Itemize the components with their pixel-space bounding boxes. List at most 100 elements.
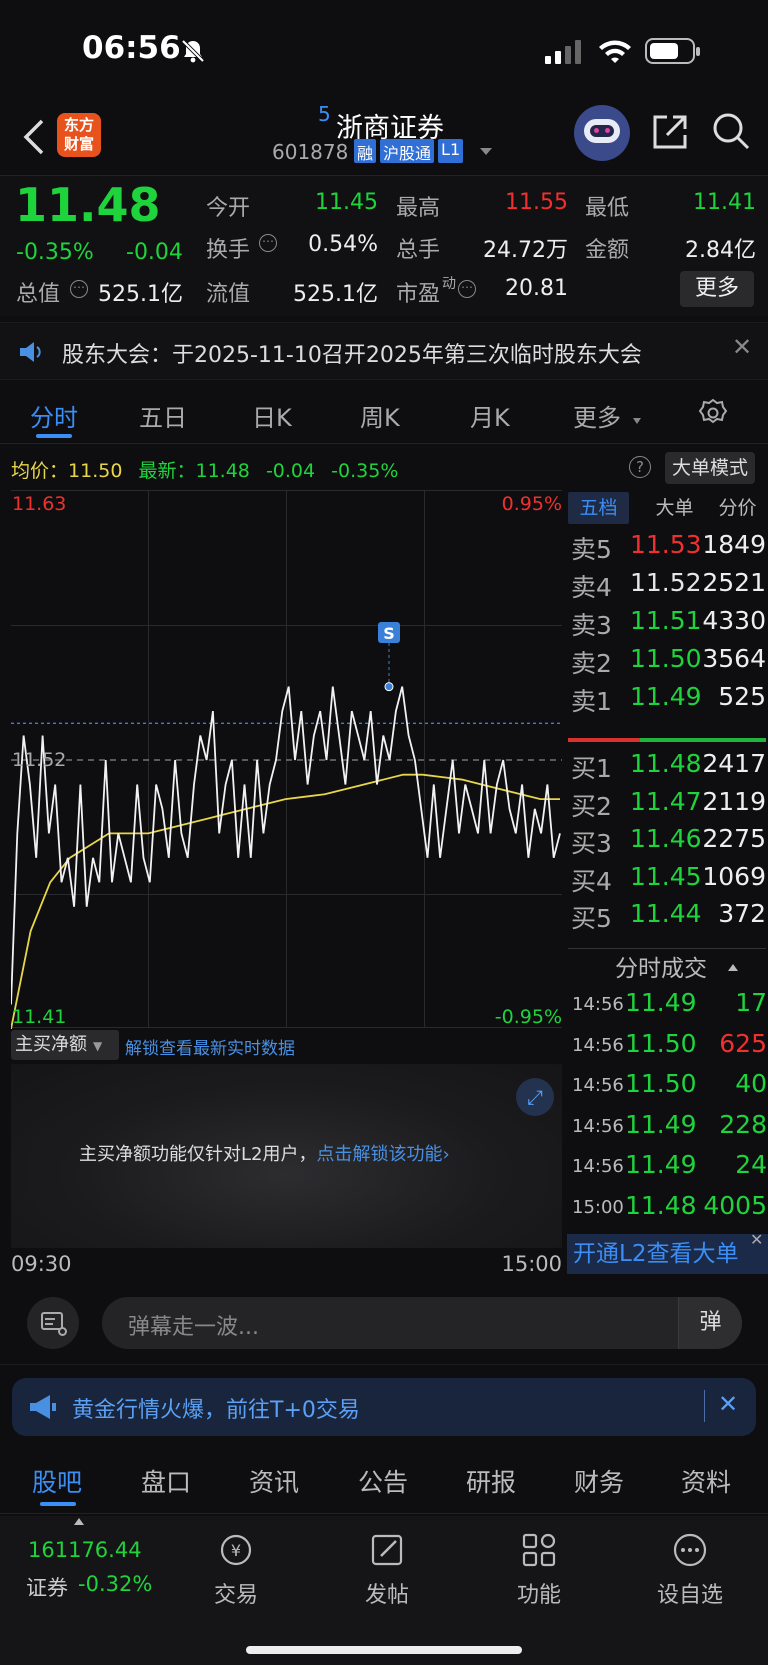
index-value[interactable]: 161176.44 [28,1538,142,1562]
buy-ratio-bar [640,738,766,742]
danmu-list-icon[interactable] [27,1297,79,1349]
tab-news[interactable]: 资讯 [249,1463,299,1499]
danmu-bar: 弹幕走一波... 弹 [0,1275,768,1365]
share-icon[interactable] [651,113,689,151]
unlock-link[interactable]: 解锁查看最新实时数据 [125,1034,295,1059]
book-sell-row[interactable]: 卖4 11.52 2521 [568,564,766,602]
book-sell-row[interactable]: 卖5 11.53 1849 [568,526,766,564]
price-line [11,686,561,1005]
more-caret-icon [633,418,641,424]
trade-row: 14:56 11.49 17 [569,984,767,1024]
tag-connect: 沪股通 [380,139,435,163]
index-name[interactable]: 证券 [26,1572,68,1602]
latest-label: 最新： [138,460,196,482]
search-icon[interactable] [711,111,751,151]
tab-forum[interactable]: 股吧 [32,1463,82,1499]
pe-value: 20.81 [505,276,568,301]
book-sell-row[interactable]: 卖1 11.49 525 [568,678,766,716]
trade-time: 15:00 [572,1196,624,1218]
y-top-label: 11.63 [12,493,67,515]
info-icon[interactable]: ⋯ [458,280,476,298]
tab-announcements[interactable]: 公告 [358,1463,408,1499]
back-icon[interactable] [22,118,46,156]
book-price: 11.46 [630,824,702,853]
x-end-label: 15:00 [501,1252,562,1276]
trade-price: 11.48 [625,1190,697,1220]
book-buy-row[interactable]: 买2 11.47 2119 [568,783,766,821]
low-value: 11.41 [693,190,756,215]
tab-finance[interactable]: 财务 [574,1463,624,1499]
latest-pct: -0.35% [331,460,399,482]
danmu-toggle-icon[interactable]: 弹 [678,1297,742,1349]
book-volume: 1069 [702,861,766,891]
l2-promo[interactable]: 开通L2查看大单 [567,1234,768,1274]
banner-close-icon[interactable]: ✕ [718,1390,738,1418]
status-bar: 06:56 [0,0,768,100]
book-price: 11.49 [630,682,702,711]
nav-add-watchlist[interactable]: 设自选 [630,1531,750,1609]
tab-5day[interactable]: 五日 [139,398,187,433]
help-icon[interactable]: ? [629,456,651,478]
book-tab-5level[interactable]: 五档 [568,492,629,524]
intraday-chart[interactable]: S 11.63 0.95% 11.52 11.41 -0.95% [11,490,562,1029]
book-buy-row[interactable]: 买1 11.48 2417 [568,745,766,783]
book-buy-row[interactable]: 买4 11.45 1069 [568,858,766,896]
bottom-nav: 161176.44 证券 -0.32% ¥ 交易 发帖 功能 设自选 [0,1516,768,1665]
trades-title[interactable]: 分时成交 [615,949,707,983]
notice-bar[interactable]: 股东大会：于2025-11-10召开2025年第三次临时股东大会 ✕ [0,322,768,380]
tab-weekly-k[interactable]: 周K [360,398,400,433]
nav-post[interactable]: 发帖 [327,1531,447,1609]
tab-depth[interactable]: 盘口 [141,1463,191,1499]
tab-monthly-k[interactable]: 月K [470,398,510,433]
settings-icon[interactable] [698,398,728,428]
book-level-label: 买4 [571,866,612,896]
expand-icon[interactable]: ⤢ [516,1078,554,1116]
trade-icon: ¥ [220,1534,252,1566]
book-level-label: 卖2 [571,649,612,678]
trade-volume: 24 [735,1150,767,1179]
book-buy-row[interactable]: 买5 11.44 372 [568,895,766,933]
unlock-feature-link[interactable]: 点击解锁该功能 [316,1144,442,1165]
book-volume: 525 [718,682,766,711]
float-label: 流值 [206,282,251,307]
promo-close-icon[interactable]: ✕ [750,1230,763,1249]
book-price: 11.52 [630,568,702,597]
tab-profile[interactable]: 资料 [681,1463,731,1499]
y-bottom-label: 11.41 [12,1006,67,1028]
wifi-icon [599,40,631,63]
robot-avatar-icon[interactable] [574,105,630,161]
info-icon[interactable]: ⋯ [70,280,88,298]
trade-volume: 40 [735,1069,767,1098]
more-button[interactable]: 更多 [680,271,754,307]
gold-banner[interactable]: 黄金行情火爆，前往T+0交易 ✕ [12,1378,756,1436]
stock-tags: 融 沪股通 L1 [354,139,464,163]
book-sell-row[interactable]: 卖3 11.51 4330 [568,602,766,640]
nav-trade[interactable]: ¥ 交易 [176,1531,296,1609]
home-indicator [246,1646,522,1654]
book-tab-big-order[interactable]: 大单 [644,492,705,524]
book-level-label: 卖4 [571,573,612,602]
sell-signal-label: S [383,624,395,643]
tab-more[interactable]: 更多 [573,398,621,433]
nav-functions[interactable]: 功能 [479,1531,599,1609]
book-sell-row[interactable]: 卖2 11.50 3564 [568,640,766,678]
book-buy-row[interactable]: 买3 11.46 2275 [568,820,766,858]
signal-icon [545,40,581,64]
tab-daily-k[interactable]: 日K [252,398,292,433]
info-icon[interactable]: ⋯ [259,234,277,252]
index-pct[interactable]: -0.32% [78,1572,152,1596]
amount-label: 金额 [585,238,630,263]
open-label: 今开 [206,196,251,221]
main-buy-select[interactable]: 主买净额 ▼ [11,1030,119,1060]
tab-intraday[interactable]: 分时 [30,398,78,433]
book-volume: 2119 [702,786,766,816]
dropdown-caret-icon[interactable] [480,148,492,155]
book-tab-price-dist[interactable]: 分价 [707,492,768,524]
big-order-mode-button[interactable]: 大单模式 [665,452,755,484]
eastmoney-logo[interactable]: 东方 财富 [57,113,101,157]
danmu-input[interactable]: 弹幕走一波... 弹 [102,1297,742,1349]
main-buy-locked-area: ⤢ 主买净额功能仅针对L2用户，点击解锁该功能› [11,1064,562,1248]
tab-research[interactable]: 研报 [466,1463,516,1499]
close-icon[interactable]: ✕ [732,333,752,361]
pe-label: 市盈 [396,282,441,307]
